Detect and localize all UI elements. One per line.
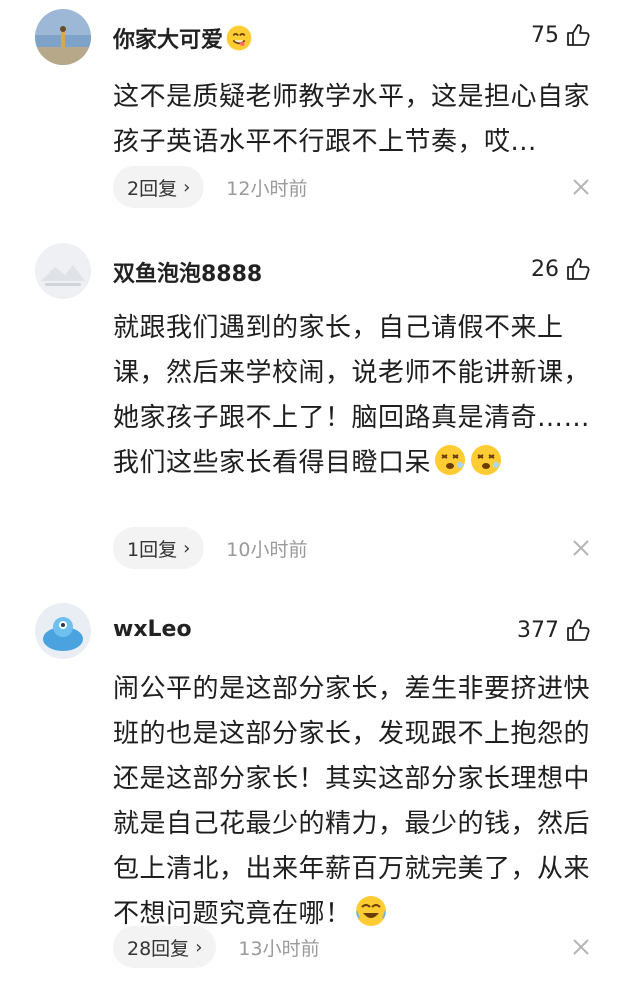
default-avatar-image: [35, 243, 91, 299]
timestamp: 12小时前: [226, 177, 308, 200]
comment-body: 这不是质疑老师教学水平，这是担心自家孩子英语水平不行跟不上节奏，哎...: [113, 82, 591, 157]
cartoon-avatar-image: [35, 603, 91, 659]
timestamp: 13小时前: [238, 937, 320, 960]
username[interactable]: wxLeo: [113, 617, 192, 642]
thumbs-up-icon: [567, 258, 590, 280]
like-count: 75: [531, 22, 559, 48]
yum-face-icon: [226, 25, 252, 51]
replies-button[interactable]: 28回复 ›: [113, 926, 217, 968]
replies-button[interactable]: 1回复 ›: [113, 527, 205, 569]
avatar-beach-image: [35, 9, 91, 65]
chevron-right-icon: ›: [195, 936, 203, 958]
comment-meta: 28回复 › 13小时前: [113, 926, 601, 968]
close-icon[interactable]: [571, 937, 591, 957]
avatar[interactable]: [35, 9, 91, 65]
like-button[interactable]: 75: [531, 22, 591, 48]
crying-laughing-face-icon: [355, 896, 386, 926]
like-count: 377: [517, 617, 559, 643]
thumbs-up-icon: [567, 24, 590, 46]
like-button[interactable]: 26: [531, 256, 591, 282]
thumbs-up-icon: [567, 619, 590, 641]
like-count: 26: [531, 256, 559, 282]
chevron-right-icon: ›: [183, 176, 191, 198]
avatar[interactable]: [35, 243, 91, 299]
comment-meta: 2回复 › 12小时前: [113, 166, 601, 208]
avatar[interactable]: [35, 603, 91, 659]
comment-body: 就跟我们遇到的家长，自己请假不来上课，然后来学校闹，说老师不能讲新课，她家孩子跟…: [113, 313, 591, 478]
dizzy-face-icon: [471, 445, 502, 475]
comment-meta: 1回复 › 10小时前: [113, 527, 601, 569]
replies-button[interactable]: 2回复 ›: [113, 166, 205, 208]
username[interactable]: 你家大可爱: [113, 22, 253, 54]
dizzy-face-icon: [435, 445, 466, 475]
close-icon[interactable]: [571, 538, 591, 558]
chevron-right-icon: ›: [183, 537, 191, 559]
comment-body: 闹公平的是这部分家长，差生非要挤进快班的也是这部分家长，发现跟不上抱怨的还是这部…: [113, 674, 591, 929]
like-button[interactable]: 377: [517, 617, 591, 643]
close-icon[interactable]: [571, 177, 591, 197]
timestamp: 10小时前: [226, 538, 308, 561]
username[interactable]: 双鱼泡泡8888: [113, 256, 262, 288]
